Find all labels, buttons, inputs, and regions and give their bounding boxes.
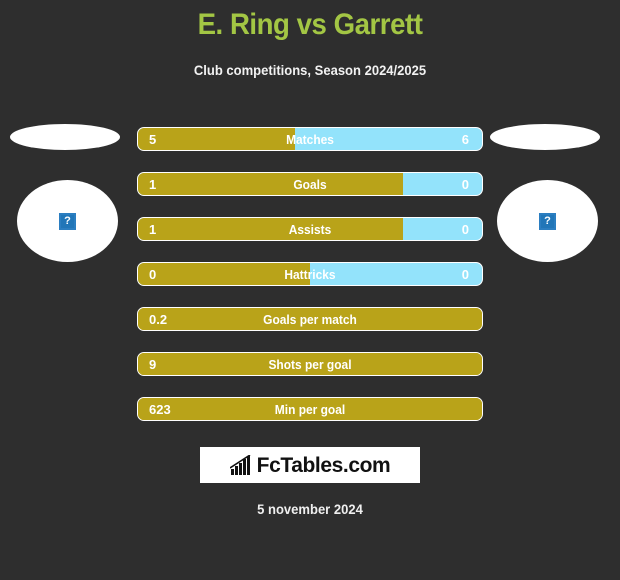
stat-bar-away-value: 0: [461, 176, 469, 192]
stat-bar-away-value: 0: [461, 221, 469, 237]
player-comparison-card: E. Ring vs Garrett Club competitions, Se…: [0, 0, 620, 580]
stat-bar-home-fill: [138, 173, 403, 195]
broken-image-icon: ?: [539, 212, 556, 230]
stat-bar-list: 5 6 Matches 1 0 Goals 1 0 Assists 0 0 Hattricks 0.2 G…: [137, 127, 483, 442]
stat-bar-home-value: 0.2: [149, 311, 168, 327]
stat-bar-row: 1 0 Assists: [137, 217, 483, 241]
stat-bar-home-value: 9: [149, 356, 157, 372]
page-subtitle: Club competitions, Season 2024/2025: [193, 62, 427, 78]
stat-bar-row: 623 Min per goal: [137, 397, 483, 421]
report-date: 5 november 2024: [257, 501, 363, 517]
player-home: ?: [0, 118, 140, 268]
stat-bar-home-value: 1: [149, 221, 157, 237]
page-title: E. Ring vs Garrett: [197, 8, 423, 41]
player-away-name-plate: [490, 124, 600, 150]
stat-bar-row: 1 0 Goals: [137, 172, 483, 196]
player-away: ?: [480, 118, 620, 268]
stat-bar-home-value: 0: [149, 266, 157, 282]
player-home-name-plate: [10, 124, 120, 150]
stat-bar-row: 9 Shots per goal: [137, 352, 483, 376]
stat-bar-home-fill: [138, 263, 310, 285]
stat-bar-home-value: 1: [149, 176, 157, 192]
fctables-logo[interactable]: FcTables.com: [200, 447, 420, 483]
player-away-photo: ?: [497, 180, 598, 262]
stat-bar-home-value: 623: [149, 401, 171, 417]
bar-chart-trend-icon: [229, 455, 251, 475]
stat-bar-home-fill: [138, 218, 403, 240]
fctables-logo-text: FcTables.com: [256, 453, 391, 477]
stat-bar-away-value: 6: [461, 131, 469, 147]
stat-bar-home-fill: [138, 308, 482, 330]
stat-bar-row: 5 6 Matches: [137, 127, 483, 151]
stat-bar-away-value: 0: [461, 266, 469, 282]
stat-bar-row: 0 0 Hattricks: [137, 262, 483, 286]
broken-image-icon: ?: [59, 212, 76, 230]
stat-bar-row: 0.2 Goals per match: [137, 307, 483, 331]
stat-bar-home-fill: [138, 128, 295, 150]
stat-bar-home-fill: [138, 398, 482, 420]
stat-bar-home-value: 5: [149, 131, 157, 147]
player-home-photo: ?: [17, 180, 118, 262]
stat-bar-home-fill: [138, 353, 482, 375]
